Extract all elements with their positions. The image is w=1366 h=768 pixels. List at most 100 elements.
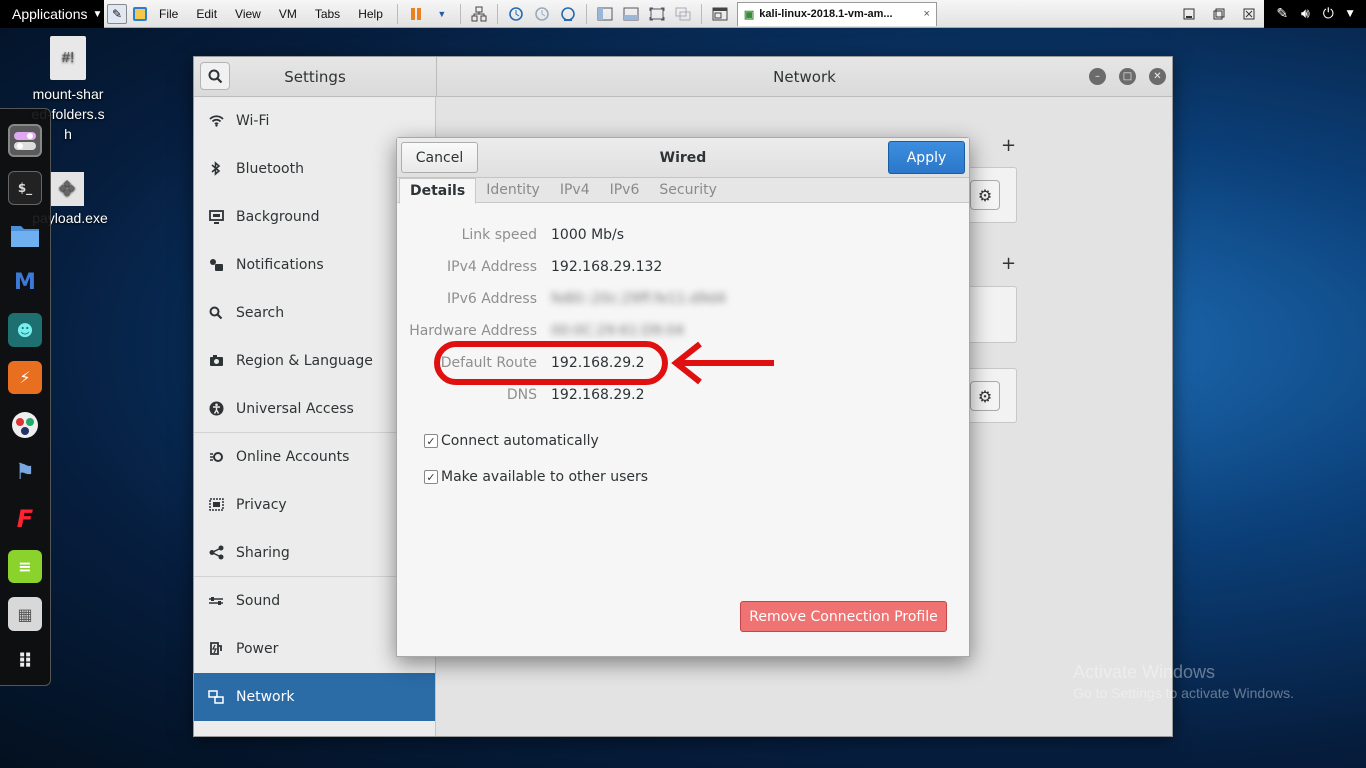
menu-edit[interactable]: Edit [187, 7, 226, 21]
checkmark-icon[interactable]: ✓ [424, 434, 438, 448]
gear-icon[interactable]: ⚙ [970, 381, 1000, 411]
close-icon[interactable]: ✕ [1149, 68, 1166, 85]
connect-automatically-checkbox[interactable]: ✓ Connect automatically [424, 433, 599, 449]
vmware-toolbar: ✎ File Edit View VM Tabs Help ▼ ▣ kali-l… [104, 0, 1264, 28]
volume-icon[interactable]: 🔊︎ [1301, 6, 1310, 22]
sidebar-item-label: Sound [236, 592, 281, 609]
revert-snapshot-icon[interactable] [532, 4, 552, 24]
annotation-oval [434, 341, 668, 385]
maltego-icon[interactable] [8, 408, 42, 441]
sidebar-item-label: Wi-Fi [236, 112, 270, 129]
thumbnail-view-icon[interactable] [621, 4, 641, 24]
vmware-logo-icon[interactable] [133, 6, 147, 21]
vpn-row[interactable] [964, 286, 1017, 343]
menu-tabs[interactable]: Tabs [306, 7, 349, 21]
faraday-icon[interactable]: F [8, 503, 42, 536]
tab-ipv4[interactable]: IPv4 [550, 178, 600, 202]
wired-dialog: Cancel Wired Apply Details Identity IPv4… [396, 137, 970, 657]
tab-identity[interactable]: Identity [476, 178, 550, 202]
vm-tab-icon: ▣ [743, 8, 755, 21]
sidebar-item-label: Online Accounts [236, 448, 350, 465]
menu-view[interactable]: View [226, 7, 270, 21]
snapshot-manager-icon[interactable] [558, 4, 578, 24]
dialog-headerbar: Cancel Wired Apply [397, 138, 969, 178]
sidebar-item-label: Notifications [236, 256, 324, 273]
sidebar-item-label: Background [236, 208, 320, 225]
dialog-title: Wired [659, 150, 707, 166]
sidebar-item-label: Power [236, 640, 279, 657]
checkmark-icon[interactable]: ✓ [424, 470, 438, 484]
add-vpn-button[interactable]: + [1001, 253, 1016, 274]
available-to-others-checkbox[interactable]: ✓ Make available to other users [424, 469, 648, 485]
text-editor-icon[interactable]: ≡ [8, 550, 42, 584]
restore-icon[interactable] [1208, 4, 1230, 24]
sidebar-item-network[interactable]: Network [194, 673, 435, 721]
menu-vm[interactable]: VM [270, 7, 306, 21]
network-icon [208, 689, 224, 705]
files-icon[interactable] [8, 219, 42, 252]
armitage-icon[interactable]: ☻ [8, 313, 42, 347]
sound-icon [208, 593, 224, 609]
applications-menu[interactable]: Applications ▼ [0, 0, 104, 28]
sidebar-item-label: Privacy [236, 496, 287, 513]
show-apps-icon[interactable]: ⠿ [8, 645, 42, 678]
screenshot-app-icon[interactable]: ▦ [8, 597, 42, 631]
unity-mode-icon[interactable] [673, 4, 693, 24]
tool-icon[interactable]: ✎ [1276, 6, 1288, 22]
detail-value[interactable]: 192.168.29.2 [551, 387, 645, 403]
close-icon[interactable]: × [923, 8, 929, 20]
vm-tab[interactable]: ▣ kali-linux-2018.1-vm-am... × [736, 1, 937, 26]
tab-ipv6[interactable]: IPv6 [600, 178, 650, 202]
snapshot-icon[interactable] [506, 4, 526, 24]
add-connection-button[interactable]: + [1001, 135, 1016, 156]
detail-value: 192.168.29.132 [551, 259, 663, 275]
detail-label: IPv6 Address [447, 291, 537, 307]
remove-connection-button[interactable]: Remove Connection Profile [740, 601, 947, 632]
sidebar-item-label: Search [236, 304, 285, 321]
fullscreen-icon[interactable] [647, 4, 667, 24]
sidebar-item-label: Bluetooth [236, 160, 304, 177]
menu-file[interactable]: File [150, 7, 187, 21]
settings-app-icon[interactable] [8, 124, 42, 158]
vmware-pin-icon[interactable]: ✎ [107, 3, 127, 24]
console-view-icon[interactable] [710, 4, 730, 24]
executable-icon: ❖ [50, 172, 84, 206]
menu-help[interactable]: Help [349, 7, 392, 21]
detail-value-redacted: 00:0C:29:61:D9:04 [551, 323, 685, 339]
script-file-icon: #! [50, 36, 86, 80]
detail-label: IPv4 Address [447, 259, 537, 275]
minimize-icon[interactable] [1178, 4, 1200, 24]
close-window-icon[interactable] [1238, 4, 1260, 24]
tab-security[interactable]: Security [649, 178, 727, 202]
minimize-icon[interactable]: – [1089, 68, 1106, 85]
sidebar-view-icon[interactable] [595, 4, 615, 24]
toolbar-divider [396, 3, 398, 24]
chevron-down-icon[interactable]: ▼ [1347, 9, 1354, 19]
privacy-icon [208, 497, 224, 513]
chevron-down-icon: ▼ [92, 8, 103, 20]
metasploit-icon[interactable]: M [8, 266, 42, 299]
dock: $_ M ☻ ⚡ ⚑ F ≡ ▦ ⠿ [0, 108, 51, 686]
watermark-subtitle: Go to Settings to activate Windows. [1073, 685, 1294, 701]
apply-button[interactable]: Apply [888, 141, 965, 174]
detail-value: 1000 Mb/s [551, 227, 625, 243]
details-panel: Link speed 1000 Mb/s IPv4 Address 192.16… [397, 204, 969, 656]
power-icon [208, 641, 224, 657]
accounts-icon [208, 449, 224, 465]
detail-row-ipv6: IPv6 Address fe80::20c:29ff:fe11:d9d4 [397, 291, 969, 313]
pause-icon[interactable] [406, 4, 426, 24]
power-icon[interactable]: ⏻ [1323, 6, 1334, 22]
pause-dropdown-icon[interactable]: ▼ [432, 4, 452, 24]
cancel-button[interactable]: Cancel [401, 142, 478, 173]
detail-label: Link speed [461, 227, 537, 243]
burpsuite-icon[interactable]: ⚡ [8, 360, 42, 395]
tab-details[interactable]: Details [399, 178, 477, 204]
maximize-icon[interactable]: □ [1119, 68, 1136, 85]
beef-icon[interactable]: ⚑ [8, 455, 42, 488]
activate-windows-watermark: Activate Windows Go to Settings to activ… [1073, 662, 1294, 701]
network-devices-icon[interactable] [469, 4, 489, 24]
share-icon [208, 545, 224, 561]
gear-icon[interactable]: ⚙ [970, 180, 1000, 210]
sidebar-item-label: Sharing [236, 544, 290, 561]
terminal-icon[interactable]: $_ [8, 171, 42, 205]
